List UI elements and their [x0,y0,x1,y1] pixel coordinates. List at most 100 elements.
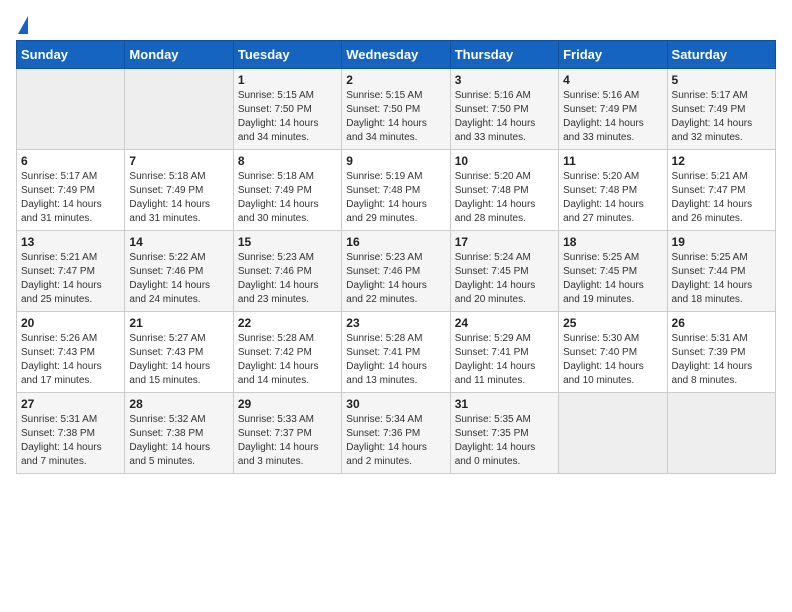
day-number: 15 [238,235,337,249]
day-info: Sunrise: 5:21 AM Sunset: 7:47 PM Dayligh… [21,251,120,307]
weekday-header-thursday: Thursday [450,41,558,69]
calendar-day-cell: 7 Sunrise: 5:18 AM Sunset: 7:49 PM Daylig… [125,150,233,231]
weekday-header-monday: Monday [125,41,233,69]
day-number: 1 [238,73,337,87]
day-info: Sunrise: 5:33 AM Sunset: 7:37 PM Dayligh… [238,413,337,469]
page-header [16,16,776,34]
calendar-day-cell: 20 Sunrise: 5:26 AM Sunset: 7:43 PM Dayli… [17,312,125,393]
calendar-day-cell: 9 Sunrise: 5:19 AM Sunset: 7:48 PM Daylig… [342,150,450,231]
calendar-day-cell: 19Sunrise: 5:25 AM Sunset: 7:44 PM Dayli… [667,231,775,312]
calendar-day-cell: 4 Sunrise: 5:16 AM Sunset: 7:49 PM Daylig… [559,69,667,150]
day-number: 25 [563,316,662,330]
day-info: Sunrise: 5:22 AM Sunset: 7:46 PM Dayligh… [129,251,228,307]
weekday-header-row: SundayMondayTuesdayWednesdayThursdayFrid… [17,41,776,69]
calendar-day-cell: 6Sunrise: 5:17 AM Sunset: 7:49 PM Daylig… [17,150,125,231]
day-info: Sunrise: 5:29 AM Sunset: 7:41 PM Dayligh… [455,332,554,388]
calendar-day-cell: 29 Sunrise: 5:33 AM Sunset: 7:37 PM Dayli… [233,393,341,474]
day-info: Sunrise: 5:32 AM Sunset: 7:38 PM Dayligh… [129,413,228,469]
calendar-day-cell: 31 Sunrise: 5:35 AM Sunset: 7:35 PM Dayli… [450,393,558,474]
day-number: 30 [346,397,445,411]
weekday-header-saturday: Saturday [667,41,775,69]
day-info: Sunrise: 5:17 AM Sunset: 7:49 PM Dayligh… [672,89,771,145]
weekday-header-wednesday: Wednesday [342,41,450,69]
calendar-day-cell: 23Sunrise: 5:28 AM Sunset: 7:41 PM Dayli… [342,312,450,393]
day-info: Sunrise: 5:19 AM Sunset: 7:48 PM Dayligh… [346,170,445,226]
day-number: 22 [238,316,337,330]
day-number: 20 [21,316,120,330]
calendar-day-cell: 27Sunrise: 5:31 AM Sunset: 7:38 PM Dayli… [17,393,125,474]
day-number: 24 [455,316,554,330]
calendar-day-cell: 17 Sunrise: 5:24 AM Sunset: 7:45 PM Dayli… [450,231,558,312]
calendar-week-row: 27Sunrise: 5:31 AM Sunset: 7:38 PM Dayli… [17,393,776,474]
day-info: Sunrise: 5:34 AM Sunset: 7:36 PM Dayligh… [346,413,445,469]
day-number: 5 [672,73,771,87]
day-number: 27 [21,397,120,411]
calendar-table: SundayMondayTuesdayWednesdayThursdayFrid… [16,40,776,474]
calendar-week-row: 1 Sunrise: 5:15 AM Sunset: 7:50 PM Daylig… [17,69,776,150]
day-info: Sunrise: 5:28 AM Sunset: 7:42 PM Dayligh… [238,332,337,388]
day-number: 19 [672,235,771,249]
calendar-week-row: 6Sunrise: 5:17 AM Sunset: 7:49 PM Daylig… [17,150,776,231]
day-number: 2 [346,73,445,87]
calendar-day-cell: 14 Sunrise: 5:22 AM Sunset: 7:46 PM Dayli… [125,231,233,312]
day-info: Sunrise: 5:35 AM Sunset: 7:35 PM Dayligh… [455,413,554,469]
day-info: Sunrise: 5:23 AM Sunset: 7:46 PM Dayligh… [238,251,337,307]
day-info: Sunrise: 5:20 AM Sunset: 7:48 PM Dayligh… [563,170,662,226]
day-info: Sunrise: 5:25 AM Sunset: 7:45 PM Dayligh… [563,251,662,307]
logo [16,16,28,34]
calendar-day-cell: 18 Sunrise: 5:25 AM Sunset: 7:45 PM Dayli… [559,231,667,312]
day-info: Sunrise: 5:28 AM Sunset: 7:41 PM Dayligh… [346,332,445,388]
calendar-day-cell: 10Sunrise: 5:20 AM Sunset: 7:48 PM Dayli… [450,150,558,231]
calendar-day-cell [667,393,775,474]
calendar-day-cell: 12 Sunrise: 5:21 AM Sunset: 7:47 PM Dayli… [667,150,775,231]
day-number: 7 [129,154,228,168]
day-info: Sunrise: 5:18 AM Sunset: 7:49 PM Dayligh… [129,170,228,226]
calendar-day-cell: 25 Sunrise: 5:30 AM Sunset: 7:40 PM Dayli… [559,312,667,393]
day-info: Sunrise: 5:21 AM Sunset: 7:47 PM Dayligh… [672,170,771,226]
day-info: Sunrise: 5:17 AM Sunset: 7:49 PM Dayligh… [21,170,120,226]
day-number: 4 [563,73,662,87]
day-number: 28 [129,397,228,411]
day-number: 9 [346,154,445,168]
day-number: 21 [129,316,228,330]
calendar-day-cell: 8 Sunrise: 5:18 AM Sunset: 7:49 PM Daylig… [233,150,341,231]
day-number: 29 [238,397,337,411]
day-info: Sunrise: 5:24 AM Sunset: 7:45 PM Dayligh… [455,251,554,307]
day-info: Sunrise: 5:30 AM Sunset: 7:40 PM Dayligh… [563,332,662,388]
day-info: Sunrise: 5:26 AM Sunset: 7:43 PM Dayligh… [21,332,120,388]
logo-triangle-icon [18,16,28,34]
calendar-day-cell: 13Sunrise: 5:21 AM Sunset: 7:47 PM Dayli… [17,231,125,312]
calendar-day-cell: 22 Sunrise: 5:28 AM Sunset: 7:42 PM Dayli… [233,312,341,393]
calendar-day-cell: 1 Sunrise: 5:15 AM Sunset: 7:50 PM Daylig… [233,69,341,150]
calendar-day-cell: 30 Sunrise: 5:34 AM Sunset: 7:36 PM Dayli… [342,393,450,474]
day-number: 12 [672,154,771,168]
calendar-week-row: 20 Sunrise: 5:26 AM Sunset: 7:43 PM Dayli… [17,312,776,393]
calendar-day-cell: 15 Sunrise: 5:23 AM Sunset: 7:46 PM Dayli… [233,231,341,312]
calendar-day-cell: 2Sunrise: 5:15 AM Sunset: 7:50 PM Daylig… [342,69,450,150]
calendar-day-cell: 24 Sunrise: 5:29 AM Sunset: 7:41 PM Dayli… [450,312,558,393]
day-number: 14 [129,235,228,249]
calendar-week-row: 13Sunrise: 5:21 AM Sunset: 7:47 PM Dayli… [17,231,776,312]
calendar-day-cell: 5 Sunrise: 5:17 AM Sunset: 7:49 PM Daylig… [667,69,775,150]
day-info: Sunrise: 5:27 AM Sunset: 7:43 PM Dayligh… [129,332,228,388]
day-info: Sunrise: 5:16 AM Sunset: 7:50 PM Dayligh… [455,89,554,145]
day-number: 17 [455,235,554,249]
calendar-day-cell: 28 Sunrise: 5:32 AM Sunset: 7:38 PM Dayli… [125,393,233,474]
day-info: Sunrise: 5:18 AM Sunset: 7:49 PM Dayligh… [238,170,337,226]
calendar-day-cell: 21 Sunrise: 5:27 AM Sunset: 7:43 PM Dayli… [125,312,233,393]
calendar-day-cell: 26Sunrise: 5:31 AM Sunset: 7:39 PM Dayli… [667,312,775,393]
calendar-day-cell [559,393,667,474]
day-number: 18 [563,235,662,249]
day-info: Sunrise: 5:20 AM Sunset: 7:48 PM Dayligh… [455,170,554,226]
day-info: Sunrise: 5:16 AM Sunset: 7:49 PM Dayligh… [563,89,662,145]
day-number: 31 [455,397,554,411]
day-number: 8 [238,154,337,168]
calendar-day-cell [17,69,125,150]
weekday-header-friday: Friday [559,41,667,69]
calendar-day-cell: 16 Sunrise: 5:23 AM Sunset: 7:46 PM Dayli… [342,231,450,312]
day-info: Sunrise: 5:15 AM Sunset: 7:50 PM Dayligh… [238,89,337,145]
day-number: 11 [563,154,662,168]
day-number: 16 [346,235,445,249]
weekday-header-sunday: Sunday [17,41,125,69]
day-info: Sunrise: 5:23 AM Sunset: 7:46 PM Dayligh… [346,251,445,307]
